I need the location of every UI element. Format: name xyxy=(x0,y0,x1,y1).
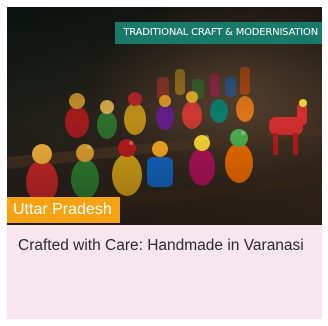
article-title[interactable]: Crafted with Care: Handmade in Varanasi xyxy=(18,236,308,256)
article-photo[interactable]: TRADITIONAL CRAFT & MODERNISATION Uttar … xyxy=(7,7,322,225)
category-tag[interactable]: TRADITIONAL CRAFT & MODERNISATION xyxy=(115,22,322,44)
region-badge[interactable]: Uttar Pradesh xyxy=(7,197,120,223)
article-card[interactable]: TRADITIONAL CRAFT & MODERNISATION Uttar … xyxy=(7,7,322,319)
